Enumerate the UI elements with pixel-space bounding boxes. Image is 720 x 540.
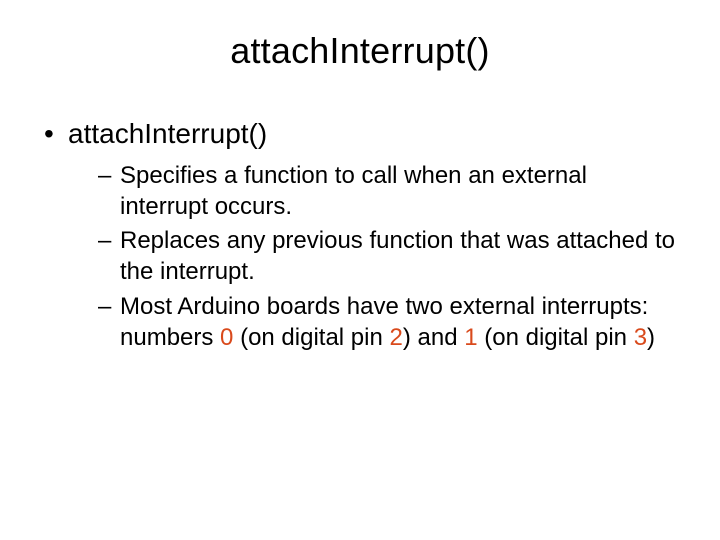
highlight-number: 0	[220, 324, 233, 351]
bullet-text: Specifies a function to call when an ext…	[120, 162, 587, 220]
bullet-list-level2: Specifies a function to call when an ext…	[68, 161, 680, 353]
slide-title: attachInterrupt()	[40, 30, 680, 72]
list-item: Most Arduino boards have two external in…	[98, 292, 680, 353]
list-item: Specifies a function to call when an ext…	[98, 161, 680, 222]
bullet-text: attachInterrupt()	[68, 118, 267, 149]
bullet-text-part: )	[647, 324, 655, 351]
highlight-number: 3	[634, 324, 647, 351]
bullet-list-level1: attachInterrupt() Specifies a function t…	[40, 116, 680, 353]
slide: attachInterrupt() attachInterrupt() Spec…	[0, 0, 720, 540]
bullet-text-part: ) and	[403, 324, 464, 351]
bullet-text: Replaces any previous function that was …	[120, 227, 675, 285]
bullet-text-part: (on digital pin	[478, 324, 634, 351]
bullet-text-part: (on digital pin	[233, 324, 389, 351]
highlight-number: 2	[390, 324, 403, 351]
list-item: attachInterrupt() Specifies a function t…	[40, 116, 680, 353]
highlight-number: 1	[464, 324, 477, 351]
list-item: Replaces any previous function that was …	[98, 226, 680, 287]
